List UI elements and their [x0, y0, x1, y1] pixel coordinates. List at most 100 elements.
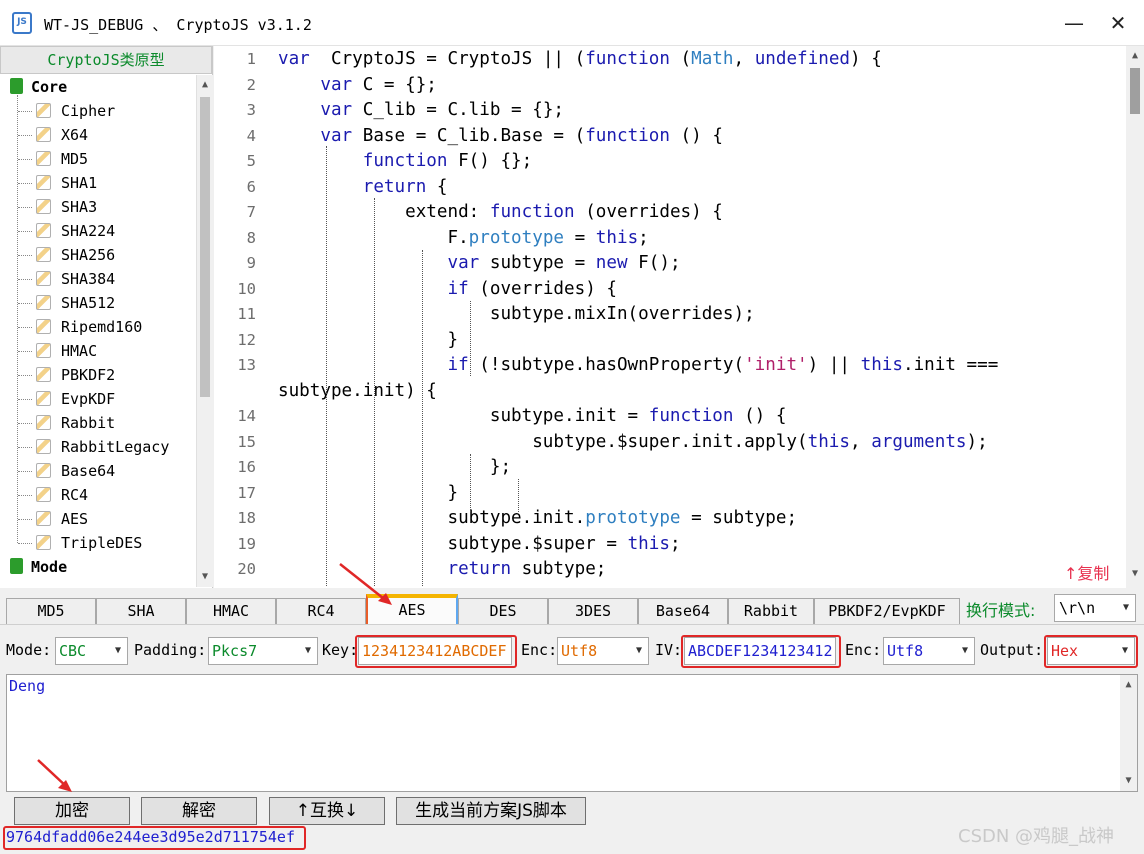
scroll-up-icon[interactable]: ▲ — [1126, 48, 1144, 64]
tree-item-evpkdf[interactable]: EvpKDF — [36, 387, 115, 411]
tab-rabbit[interactable]: Rabbit — [728, 598, 814, 624]
tab-hmac[interactable]: HMAC — [186, 598, 276, 624]
code-line: subtype.init = function () { — [278, 404, 787, 429]
code-line: var CryptoJS = CryptoJS || (function (Ma… — [278, 47, 882, 72]
code-keyword: undefined — [754, 49, 851, 69]
code-builtin: prototype — [585, 508, 681, 528]
tab-3des[interactable]: 3DES — [548, 598, 638, 624]
tree-connector — [18, 159, 32, 160]
line-number: 9 — [246, 254, 256, 272]
code-text: subtype.init. — [278, 508, 586, 528]
iv-enc-value: Utf8 — [887, 642, 924, 660]
tree-item-ripemd160[interactable]: Ripemd160 — [36, 315, 142, 339]
tree-item-pbkdf2[interactable]: PBKDF2 — [36, 363, 115, 387]
class-icon — [36, 487, 51, 502]
scroll-up-icon[interactable]: ▲ — [1120, 677, 1137, 693]
tree-connector — [18, 471, 32, 472]
code-keyword: function — [585, 125, 670, 146]
tree-item-sha3[interactable]: SHA3 — [36, 195, 97, 219]
tree-item-rc4[interactable]: RC4 — [36, 483, 88, 507]
line-number: 8 — [246, 228, 256, 247]
generate-js-button[interactable]: 生成当前方案JS脚本 — [396, 797, 586, 825]
tree-item-label: SHA384 — [61, 270, 116, 288]
indent-guide — [518, 479, 519, 512]
tree-item-hmac[interactable]: HMAC — [36, 339, 97, 363]
code-keyword: arguments — [871, 431, 967, 452]
chevron-down-icon: ▼ — [1122, 602, 1129, 613]
scroll-down-icon[interactable]: ▼ — [197, 569, 213, 585]
padding-select[interactable]: Pkcs7 ▼ — [208, 637, 318, 665]
swap-button[interactable]: ↑互换↓ — [269, 797, 385, 825]
code-keyword: this — [627, 533, 670, 554]
tree-item-sha1[interactable]: SHA1 — [36, 171, 97, 195]
code-text: subtype.$super = — [278, 533, 628, 554]
tree-connector — [17, 95, 18, 543]
code-line: var C_lib = C.lib = {}; — [278, 98, 564, 123]
tree-item-base64[interactable]: Base64 — [36, 459, 115, 483]
iv-enc-label: Enc: — [845, 641, 882, 659]
code-line: subtype.init) { — [278, 379, 437, 404]
class-icon — [36, 511, 51, 526]
tree-item-aes[interactable]: AES — [36, 507, 88, 531]
tree-item-tripledes[interactable]: TripleDES — [36, 531, 142, 555]
key-enc-select[interactable]: Utf8 ▼ — [557, 637, 649, 665]
tree-scrollbar[interactable]: ▲ ▼ — [196, 75, 213, 587]
tab-md5[interactable]: MD5 — [6, 598, 96, 624]
scroll-down-icon[interactable]: ▼ — [1126, 566, 1144, 582]
aes-settings-row: Mode: CBC ▼ Padding: Pkcs7 ▼ Key: 123412… — [0, 624, 1144, 674]
tree-item-sha384[interactable]: SHA384 — [36, 267, 115, 291]
tree-scroll-thumb[interactable] — [200, 97, 210, 397]
line-number-gutter: 1 2 3 4 5 6 7 8 9 10 11 12 13 14 15 16 17 18 19 20 — [214, 46, 270, 588]
tree-connector — [18, 375, 32, 376]
decrypt-button[interactable]: 解密 — [141, 797, 257, 825]
code-text: { — [426, 176, 448, 197]
code-builtin: Math — [691, 49, 734, 69]
tree-item-sha512[interactable]: SHA512 — [36, 291, 115, 315]
tab-pbkdf2-evpkdf[interactable]: PBKDF2/EvpKDF — [814, 598, 960, 624]
indent-guide — [374, 198, 375, 586]
tree-category-core[interactable]: Core — [10, 75, 67, 99]
encrypt-button[interactable]: 加密 — [14, 797, 130, 825]
tab-base64[interactable]: Base64 — [638, 598, 728, 624]
code-text: (overrides) { — [468, 278, 617, 299]
tree-item-label: X64 — [61, 126, 89, 144]
tree-item-x64[interactable]: X64 — [36, 123, 88, 147]
minimize-button[interactable]: — — [1054, 8, 1094, 38]
code-line: var C = {}; — [278, 73, 437, 98]
mode-select[interactable]: CBC ▼ — [55, 637, 128, 665]
class-icon — [36, 391, 51, 406]
code-line: function F() {}; — [278, 149, 533, 174]
code-area[interactable]: var CryptoJS = CryptoJS || (function (Ma… — [278, 46, 1126, 588]
code-line: subtype.$super.init.apply(this, argument… — [278, 430, 988, 455]
tree-item-label: EvpKDF — [61, 390, 116, 408]
tab-sha[interactable]: SHA — [96, 598, 186, 624]
plaintext-input[interactable]: Deng ▲ ▼ — [6, 674, 1138, 792]
close-button[interactable]: ✕ — [1098, 8, 1138, 38]
scroll-up-icon[interactable]: ▲ — [197, 77, 213, 93]
iv-enc-select[interactable]: Utf8 ▼ — [883, 637, 975, 665]
tree-item-cipher[interactable]: Cipher — [36, 99, 115, 123]
indent-guide — [326, 146, 327, 586]
tree-item-sha224[interactable]: SHA224 — [36, 219, 115, 243]
editor-scroll-thumb[interactable] — [1130, 68, 1140, 114]
scroll-down-icon[interactable]: ▼ — [1120, 773, 1137, 789]
code-text: } — [278, 329, 459, 350]
tree-item-label: RabbitLegacy — [61, 438, 170, 456]
tree-item-sha256[interactable]: SHA256 — [36, 243, 115, 267]
iv-label: IV: — [655, 641, 683, 659]
tree-item-md5[interactable]: MD5 — [36, 147, 88, 171]
tree-item-rabbit[interactable]: Rabbit — [36, 411, 115, 435]
code-editor[interactable]: 1 2 3 4 5 6 7 8 9 10 11 12 13 14 15 16 17 18 19 20 var Cryp… — [214, 46, 1144, 588]
tree-category-mode[interactable]: Mode — [10, 555, 67, 579]
tab-des[interactable]: DES — [458, 598, 548, 624]
input-scrollbar[interactable]: ▲ ▼ — [1120, 675, 1137, 791]
editor-scrollbar[interactable]: ▲ ▼ — [1126, 46, 1144, 588]
code-keyword: var — [320, 125, 353, 146]
newline-mode-select[interactable]: \r\n ▼ — [1054, 594, 1136, 622]
class-icon — [36, 535, 51, 550]
tree-item-rabbitlegacy[interactable]: RabbitLegacy — [36, 435, 169, 459]
key-enc-value: Utf8 — [561, 642, 598, 660]
code-keyword: var — [447, 253, 480, 273]
code-line: return subtype; — [278, 557, 606, 582]
copy-link[interactable]: ↑复制 — [1064, 560, 1109, 584]
